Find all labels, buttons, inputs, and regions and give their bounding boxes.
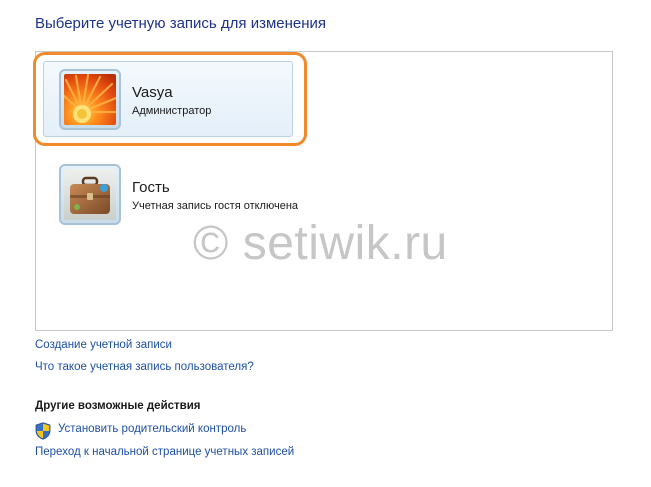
parental-control-label: Установить родительский контроль — [58, 423, 247, 435]
accounts-panel: Vasya Администратор Гость Учетная запись… — [33, 51, 613, 331]
account-tile-vasya[interactable]: Vasya Администратор — [33, 52, 307, 146]
account-role: Администратор — [132, 105, 212, 117]
page-title: Выберите учетную запись для изменения — [35, 15, 327, 32]
account-name: Гость — [132, 179, 170, 196]
watermark: © setiwik.ru — [193, 217, 448, 270]
orange-flower-avatar-icon — [64, 74, 116, 125]
what-is-account-link[interactable]: Что такое учетная запись пользователя? — [35, 361, 254, 373]
other-actions-heading: Другие возможные действия — [35, 400, 201, 412]
account-role: Учетная запись гостя отключена — [132, 200, 299, 212]
uac-shield-icon — [35, 422, 51, 440]
avatar — [59, 69, 121, 130]
account-name: Vasya — [132, 84, 173, 101]
accounts-home-link[interactable]: Переход к начальной странице учетных зап… — [35, 446, 294, 458]
avatar — [59, 164, 121, 225]
create-account-link[interactable]: Создание учетной записи — [35, 339, 172, 351]
suitcase-avatar-icon — [64, 169, 116, 220]
